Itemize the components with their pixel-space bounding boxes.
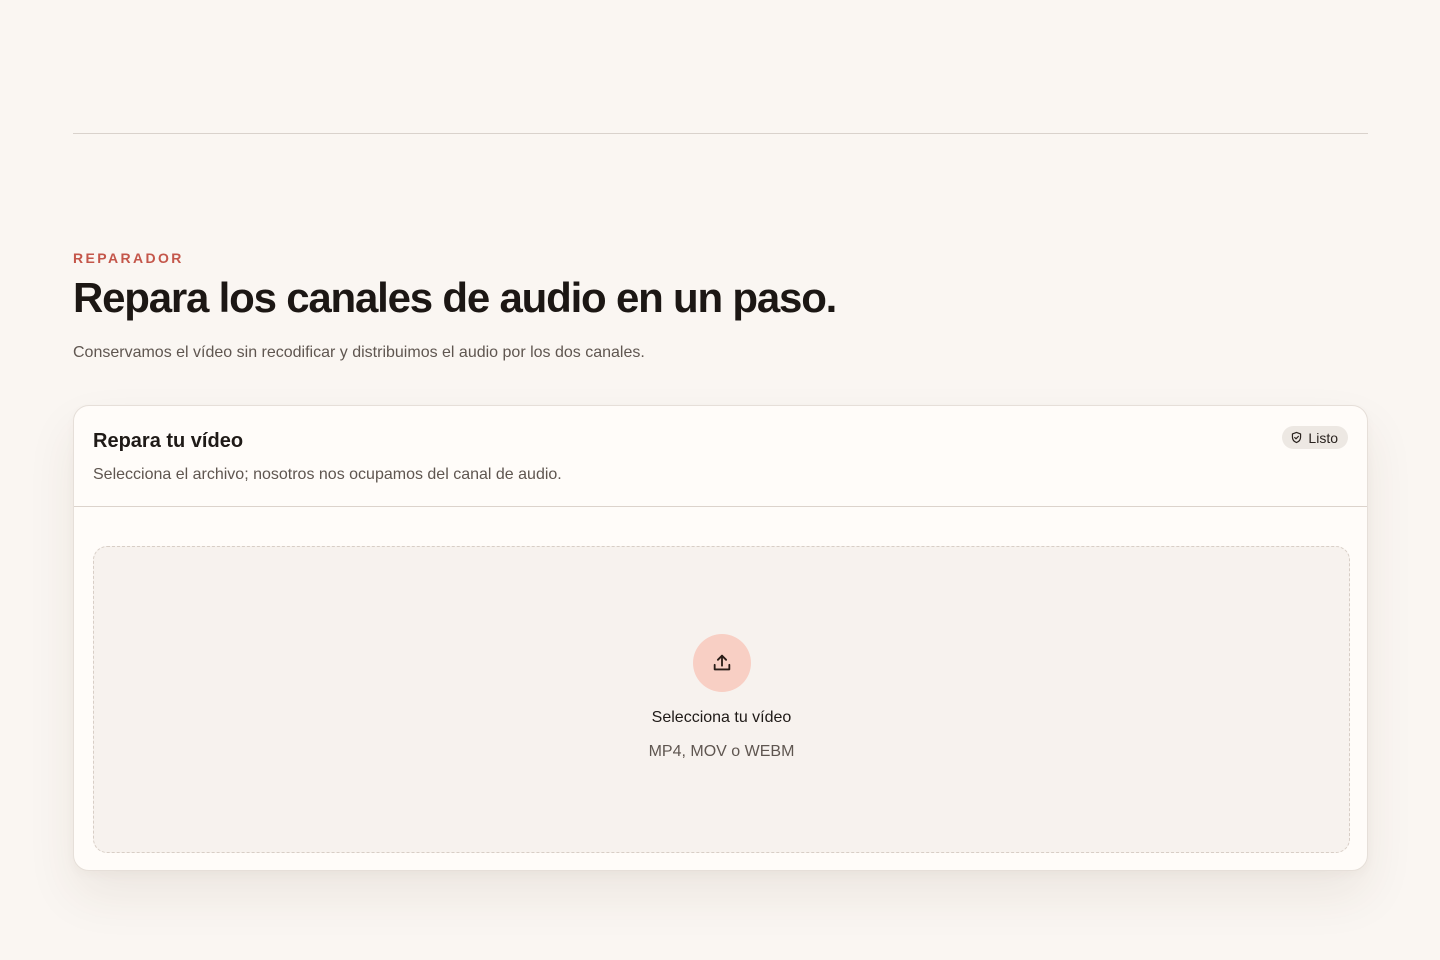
page-subtitle: Conservamos el vídeo sin recodificar y d…	[73, 344, 645, 361]
upload-button[interactable]	[693, 634, 751, 692]
repair-card: Repara tu vídeo Selecciona el archivo; n…	[73, 405, 1368, 871]
card-header: Repara tu vídeo Selecciona el archivo; n…	[74, 406, 1367, 507]
status-badge: Listo	[1282, 426, 1348, 449]
video-dropzone[interactable]: Selecciona tu vídeo MP4, MOV o WEBM	[93, 546, 1350, 853]
page: REPARADOR Repara los canales de audio en…	[0, 0, 1440, 960]
page-title: Repara los canales de audio en un paso.	[73, 274, 837, 321]
dropzone-title: Selecciona tu vídeo	[651, 709, 792, 726]
status-badge-label: Listo	[1308, 429, 1338, 446]
card-description: Selecciona el archivo; nosotros nos ocup…	[93, 466, 562, 483]
section-eyebrow: REPARADOR	[73, 250, 184, 266]
shield-check-icon	[1290, 431, 1303, 444]
dropzone-formats: MP4, MOV o WEBM	[648, 743, 795, 760]
upload-icon	[711, 652, 733, 674]
card-title: Repara tu vídeo	[93, 430, 244, 452]
header-divider	[73, 133, 1368, 134]
